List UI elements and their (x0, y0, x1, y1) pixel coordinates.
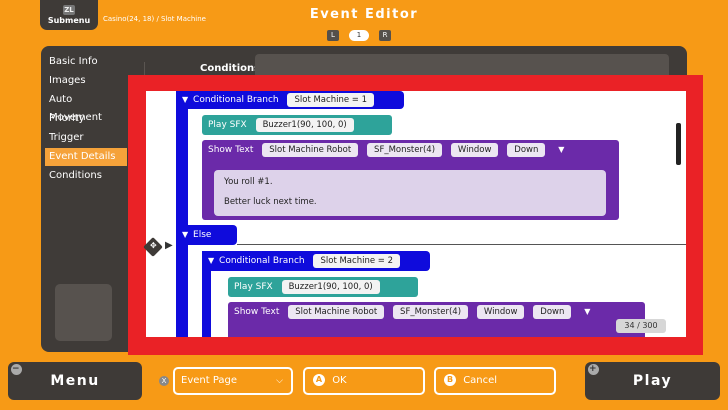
row-pointer-icon: ▶ (165, 240, 173, 251)
message-line-2: Better luck next time. (224, 197, 317, 207)
command-argument: Slot Machine = 2 (313, 253, 400, 268)
branch-rail (176, 91, 188, 337)
window-style: Window (476, 304, 525, 319)
else-command[interactable]: ▼ Else (176, 225, 237, 245)
collapse-triangle-icon[interactable]: ▼ (182, 230, 188, 239)
sidebar-item-conditions[interactable]: Conditions (45, 167, 127, 185)
plus-icon: + (588, 364, 599, 375)
sidebar-item-auto-movement[interactable]: Auto Movement (45, 91, 127, 123)
a-key-icon: A (313, 374, 325, 386)
show-text-command[interactable]: Show Text Slot Machine Robot SF_Monster(… (228, 302, 645, 337)
collapse-triangle-icon[interactable]: ▼ (208, 256, 214, 265)
cursor-glyph-icon: ✥ (150, 241, 157, 250)
minus-icon: − (11, 364, 22, 375)
command-label: Play SFX (208, 120, 247, 130)
command-label: Show Text (208, 145, 254, 155)
command-label: Else (193, 230, 212, 240)
pager-current-page: 1 (349, 29, 369, 41)
sidebar-item-basic-info[interactable]: Basic Info (45, 53, 127, 71)
menu-button[interactable]: − Menu (8, 362, 142, 400)
event-page-label: Event Page (181, 375, 238, 386)
command-label: Show Text (234, 307, 280, 317)
conditions-label: Conditions (200, 63, 261, 74)
command-argument: Buzzer1(90, 100, 0) (255, 117, 354, 132)
collapse-triangle-icon[interactable]: ▼ (558, 145, 564, 154)
sidebar: Basic Info Images Auto Movement Priority… (41, 46, 137, 352)
cancel-button[interactable]: B Cancel (434, 367, 556, 395)
message-text-box[interactable]: You roll #1. Better luck next time. (214, 170, 606, 216)
event-page-select[interactable]: Event Page ⌵ (173, 367, 293, 395)
pager-next-button[interactable]: R (379, 29, 391, 41)
menu-label: Menu (50, 373, 100, 389)
sidebar-item-event-details[interactable]: Event Details (45, 148, 127, 166)
play-label: Play (632, 373, 673, 389)
face-image: SF_Monster(4) (393, 304, 469, 319)
page-pager: L 1 R (327, 29, 391, 41)
command-label: Play SFX (234, 282, 273, 292)
event-image-thumbnail[interactable] (55, 284, 112, 341)
ok-button[interactable]: A OK (303, 367, 425, 395)
command-counter: 34 / 300 (616, 319, 666, 333)
event-command-list[interactable]: ▼ Conditional Branch Slot Machine = 1 Pl… (146, 91, 686, 337)
speaker-name: Slot Machine Robot (262, 142, 359, 157)
command-argument: Buzzer1(90, 100, 0) (281, 279, 380, 294)
cancel-label: Cancel (463, 375, 498, 386)
play-sfx-command[interactable]: Play SFX Buzzer1(90, 100, 0) (202, 115, 392, 135)
chevron-down-icon: ⌵ (276, 376, 283, 386)
pager-prev-button[interactable]: L (327, 29, 339, 41)
scrollbar-thumb[interactable] (676, 123, 681, 165)
collapse-triangle-icon[interactable]: ▼ (182, 95, 188, 104)
window-position: Down (533, 304, 572, 319)
sidebar-item-images[interactable]: Images (45, 72, 127, 90)
command-label: Conditional Branch (219, 256, 305, 266)
command-argument: Slot Machine = 1 (287, 92, 374, 107)
play-sfx-command[interactable]: Play SFX Buzzer1(90, 100, 0) (228, 277, 418, 297)
ok-label: OK (332, 375, 347, 386)
x-key-badge: X (159, 376, 169, 386)
else-separator (237, 244, 686, 245)
page-title: Event Editor (309, 7, 419, 22)
face-image: SF_Monster(4) (367, 142, 443, 157)
command-label: Conditional Branch (193, 95, 279, 105)
b-key-icon: B (444, 374, 456, 386)
conditional-branch-command[interactable]: ▼ Conditional Branch Slot Machine = 2 (202, 251, 430, 271)
window-position: Down (507, 142, 546, 157)
window-style: Window (450, 142, 499, 157)
conditional-branch-command[interactable]: ▼ Conditional Branch Slot Machine = 1 (176, 91, 404, 109)
sidebar-item-trigger[interactable]: Trigger (45, 129, 127, 147)
collapse-triangle-icon[interactable]: ▼ (584, 307, 590, 316)
sidebar-item-priority[interactable]: Priority (45, 110, 127, 128)
play-button[interactable]: + Play (585, 362, 720, 400)
speaker-name: Slot Machine Robot (288, 304, 385, 319)
